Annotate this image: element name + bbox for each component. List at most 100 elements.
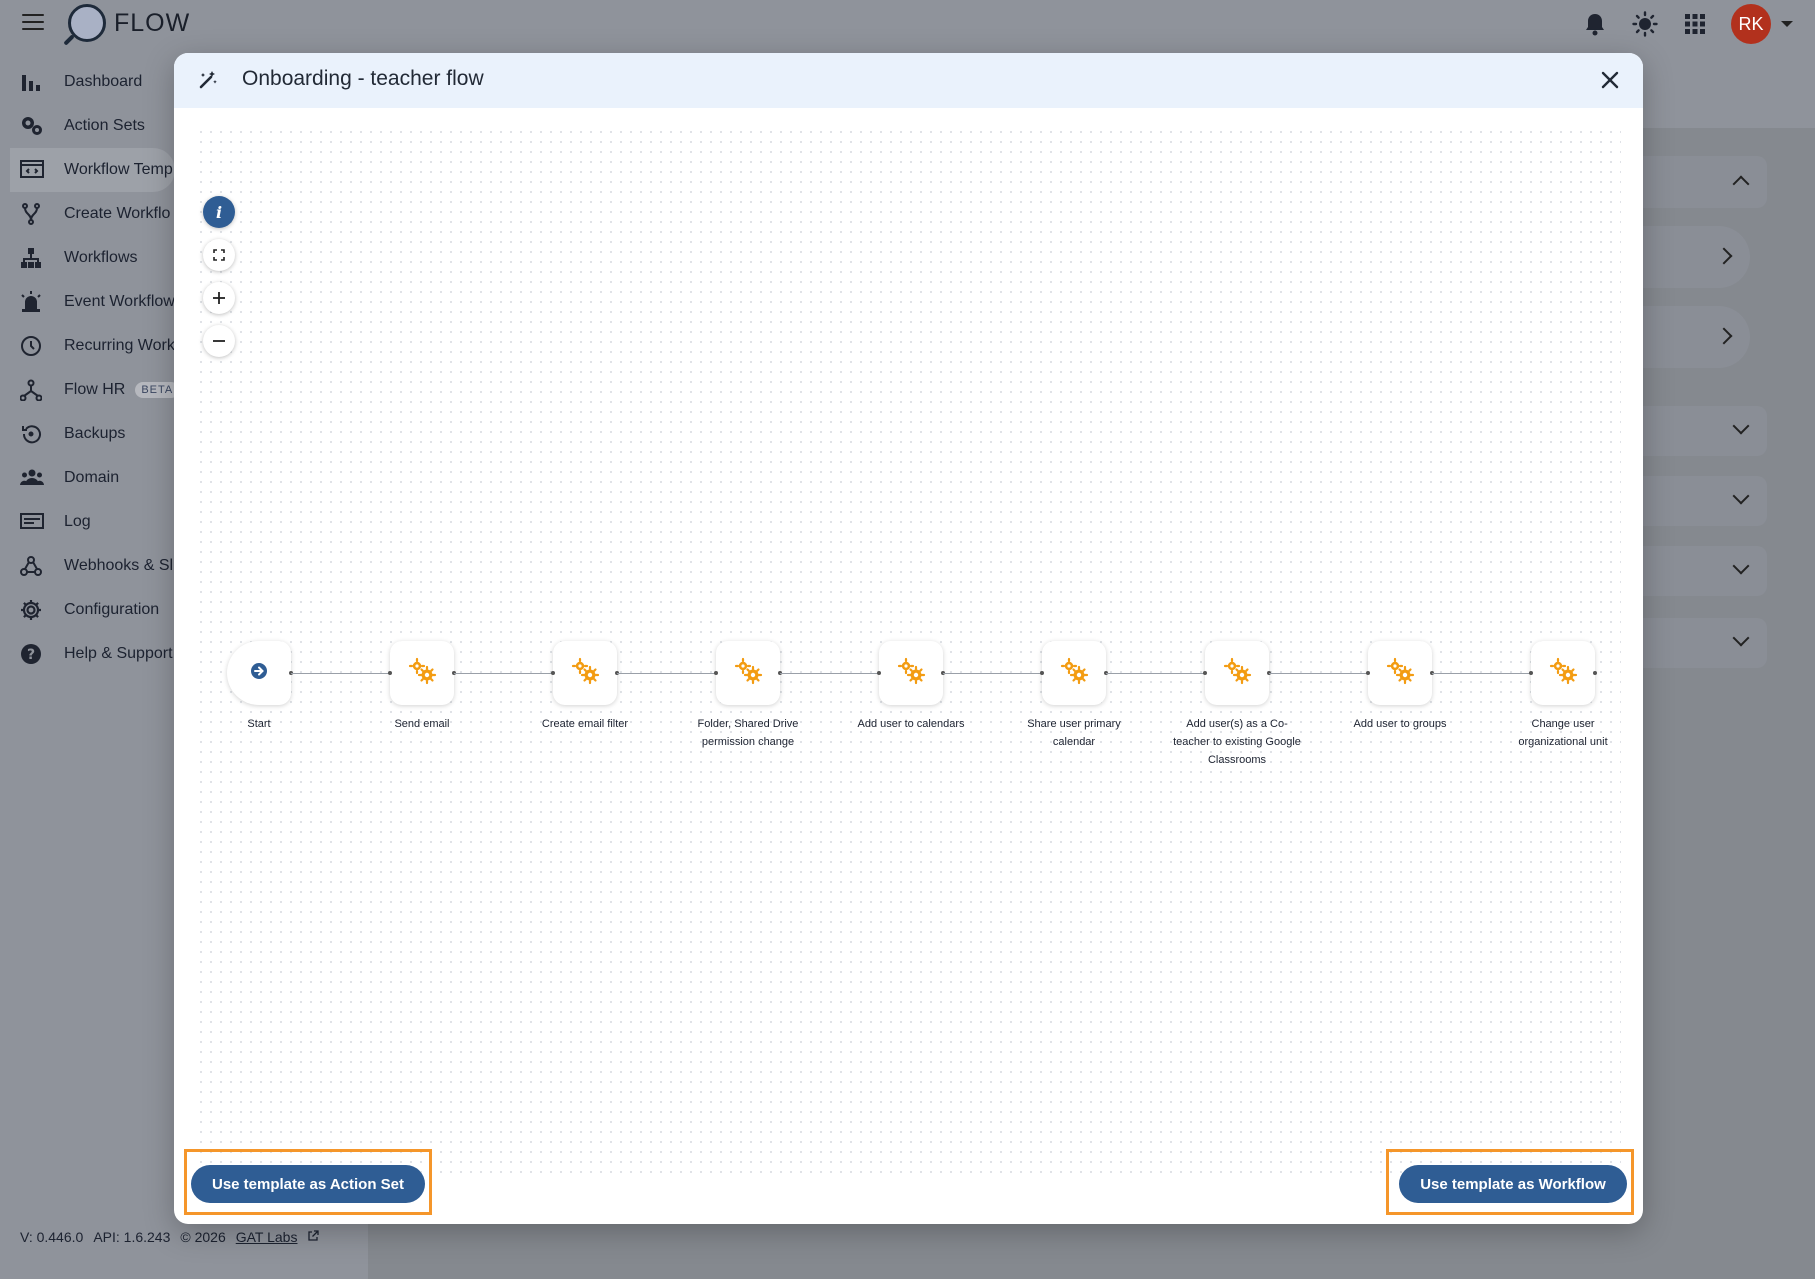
action-node[interactable]	[553, 641, 617, 705]
sidebar-item-configuration[interactable]: Configuration	[0, 588, 175, 632]
magic-wand-icon	[198, 70, 218, 90]
sidebar-item-label: Domain	[64, 469, 120, 486]
connection-handle[interactable]	[1040, 671, 1044, 675]
gears-icon	[1059, 656, 1089, 691]
arrow-right-circle-icon	[250, 662, 268, 685]
sidebar-item-label: Workflows	[64, 249, 138, 266]
connection-handle[interactable]	[388, 671, 392, 675]
connection-handle[interactable]	[1529, 671, 1533, 675]
workflow-button-highlight: Use template as Workflow	[1386, 1149, 1634, 1215]
bell-icon[interactable]	[1581, 10, 1609, 38]
menu-icon[interactable]	[22, 14, 44, 32]
chevron-up-icon	[1732, 175, 1750, 193]
app-footer: V: 0.446.0 API: 1.6.243 © 2026 GAT Labs	[20, 1229, 320, 1245]
workflow-edge	[617, 673, 716, 674]
sidebar-item-workflow-temp[interactable]: Workflow Temp	[10, 148, 175, 192]
apps-grid-icon[interactable]	[1681, 10, 1709, 38]
beta-badge: BETA	[135, 382, 175, 398]
clock-icon	[20, 335, 44, 357]
sidebar-item-webhooks-sl[interactable]: Webhooks & Sl	[0, 544, 175, 588]
use-template-as-action-set-button[interactable]: Use template as Action Set	[191, 1165, 425, 1203]
gear-icon	[20, 599, 44, 621]
connection-handle[interactable]	[1366, 671, 1370, 675]
connection-handle[interactable]	[1203, 671, 1207, 675]
fit-view-icon[interactable]	[203, 239, 235, 271]
gears-icon	[733, 656, 763, 691]
sidebar-item-workflows[interactable]: Workflows	[0, 236, 175, 280]
sidebar-item-action-sets[interactable]: Action Sets	[0, 104, 175, 148]
gears-icon	[896, 656, 926, 691]
sidebar-item-label: Action Sets	[64, 117, 145, 134]
connection-handle[interactable]	[877, 671, 881, 675]
template-preview-dialog: Onboarding - teacher flow i Start Send em…	[174, 53, 1643, 1224]
dialog-header: Onboarding - teacher flow	[174, 53, 1643, 108]
gears-icon	[1222, 656, 1252, 691]
sidebar-item-flow-hr[interactable]: Flow HR BETA	[0, 368, 175, 412]
node-label: Add user to groups	[1353, 718, 1447, 730]
theme-toggle-icon[interactable]	[1631, 10, 1659, 38]
workflow-edge	[454, 673, 553, 674]
node-label: Folder, Shared Drive permission change	[697, 718, 799, 748]
chevron-down-icon	[1732, 417, 1750, 435]
workflow-canvas[interactable]: i Start Send email Create email filter Fold…	[196, 127, 1621, 1177]
action-node[interactable]	[879, 641, 943, 705]
connection-handle[interactable]	[714, 671, 718, 675]
copyright-text: © 2026	[180, 1229, 226, 1245]
hr-icon	[19, 379, 44, 402]
gears-icon	[1385, 656, 1415, 691]
sidebar-item-help-support[interactable]: ? Help & Support	[0, 632, 175, 676]
bar-chart-icon	[20, 71, 44, 93]
action-set-button-highlight: Use template as Action Set	[184, 1149, 432, 1215]
workflow-edge	[1106, 673, 1205, 674]
chevron-right-icon	[1715, 247, 1733, 265]
chevron-down-icon[interactable]	[1781, 21, 1793, 27]
sidebar-item-recurring-work[interactable]: Recurring Work	[0, 324, 175, 368]
gears-icon	[1548, 656, 1578, 691]
info-icon[interactable]: i	[203, 196, 235, 228]
node-label: Add user to calendars	[857, 718, 965, 730]
restore-icon	[20, 423, 44, 445]
sitemap-icon	[20, 247, 44, 269]
sidebar-item-label: Create Workflo	[64, 205, 171, 222]
connection-handle[interactable]	[1593, 671, 1597, 675]
sidebar-item-label: Help & Support	[64, 645, 173, 662]
sidebar-item-label: Recurring Work	[64, 337, 175, 354]
action-node[interactable]	[716, 641, 780, 705]
sidebar-item-dashboard[interactable]: Dashboard	[0, 60, 175, 104]
workflow-edge	[780, 673, 879, 674]
connection-handle[interactable]	[551, 671, 555, 675]
help-icon: ?	[20, 643, 44, 665]
company-link[interactable]: GAT Labs	[236, 1229, 298, 1245]
action-node[interactable]	[1531, 641, 1595, 705]
action-node[interactable]	[1368, 641, 1432, 705]
webhook-icon	[20, 555, 44, 577]
sidebar-item-event-workflow[interactable]: Event Workflow	[0, 280, 175, 324]
sidebar-item-label: Webhooks & Sl	[64, 557, 174, 574]
start-node[interactable]	[227, 641, 291, 705]
people-icon	[20, 467, 44, 489]
sidebar-item-domain[interactable]: Domain	[0, 456, 175, 500]
gears-icon	[20, 115, 44, 137]
node-label: Create email filter	[541, 718, 629, 730]
node-label: Send email	[394, 718, 450, 730]
sidebar: Dashboard Action Sets Workflow Temp Create …	[0, 60, 175, 676]
sidebar-item-create-workflo[interactable]: Create Workflo	[0, 192, 175, 236]
close-icon[interactable]	[1597, 67, 1623, 93]
sidebar-item-backups[interactable]: Backups	[0, 412, 175, 456]
sidebar-item-log[interactable]: Log	[0, 500, 175, 544]
action-node[interactable]	[1042, 641, 1106, 705]
action-node[interactable]	[390, 641, 454, 705]
use-template-as-workflow-button[interactable]: Use template as Workflow	[1399, 1165, 1627, 1203]
zoom-out-icon[interactable]	[203, 325, 235, 357]
action-node[interactable]	[1205, 641, 1269, 705]
dialog-title: Onboarding - teacher flow	[242, 67, 484, 90]
api-version-text: API: 1.6.243	[93, 1229, 171, 1245]
app-logo[interactable]: FLOW	[68, 4, 190, 42]
version-text: V: 0.446.0	[20, 1229, 84, 1245]
zoom-in-icon[interactable]	[203, 282, 235, 314]
gears-icon	[570, 656, 600, 691]
chevron-down-icon	[1732, 629, 1750, 647]
node-label: Start	[247, 718, 271, 730]
user-avatar[interactable]: RK	[1731, 4, 1771, 44]
chevron-down-icon	[1732, 557, 1750, 575]
